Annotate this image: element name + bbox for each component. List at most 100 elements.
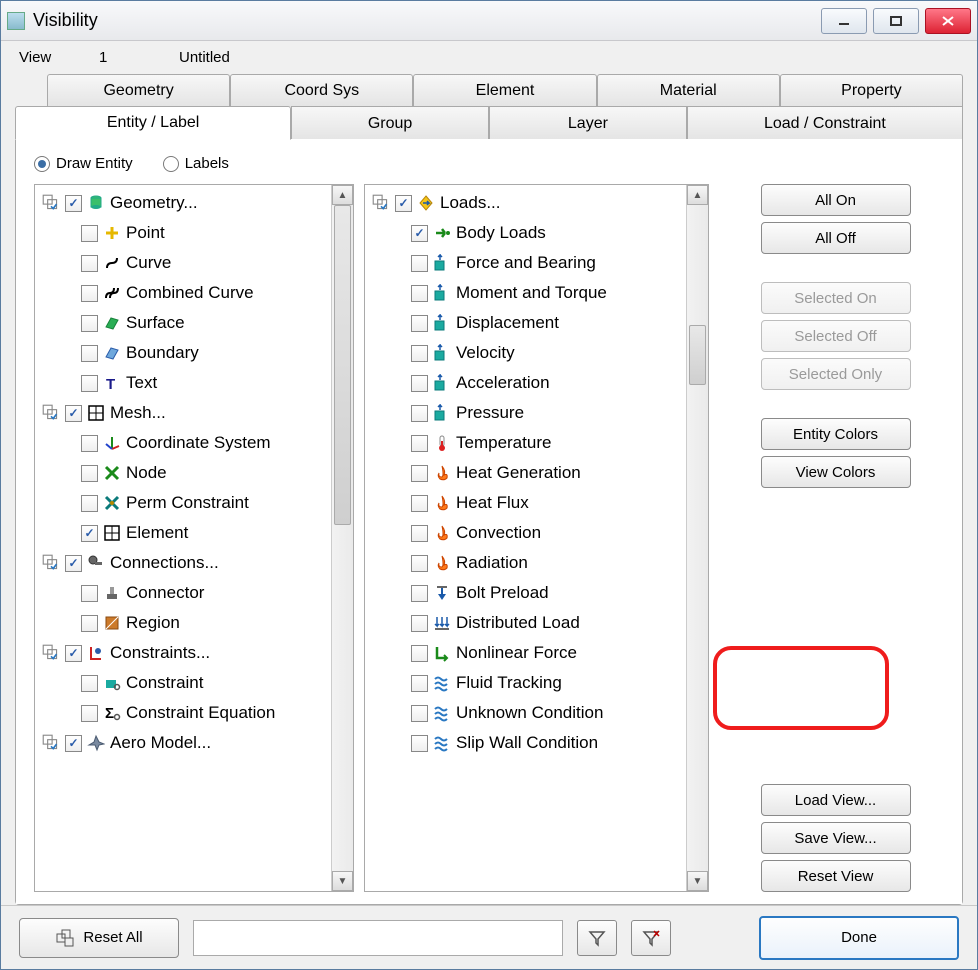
checkbox[interactable] [65,555,82,572]
tree-parent[interactable]: Aero Model... [39,728,349,758]
view-colors-button[interactable]: View Colors [761,456,911,488]
checkbox[interactable] [411,675,428,692]
tab-material[interactable]: Material [597,74,780,107]
checkbox[interactable] [411,735,428,752]
labels-radio[interactable]: Labels [163,155,229,172]
tree-child[interactable]: Fluid Tracking [369,668,704,698]
checkbox[interactable] [411,225,428,242]
checkbox[interactable] [411,465,428,482]
checkbox[interactable] [411,375,428,392]
save-view-button[interactable]: Save View... [761,822,911,854]
scroll-down-icon[interactable]: ▼ [332,871,353,891]
filter-button[interactable] [577,920,617,956]
checkbox[interactable] [81,465,98,482]
load-view-button[interactable]: Load View... [761,784,911,816]
search-box[interactable] [193,920,563,956]
tab-group[interactable]: Group [291,106,489,140]
checkbox[interactable] [81,675,98,692]
tree-child[interactable]: Combined Curve [39,278,349,308]
tab-load-constraint[interactable]: Load / Constraint [687,106,963,140]
tree-child[interactable]: Temperature [369,428,704,458]
tree-child[interactable]: Bolt Preload [369,578,704,608]
tree-child[interactable]: Point [39,218,349,248]
tree-parent[interactable]: Connections... [39,548,349,578]
checkbox[interactable] [81,225,98,242]
checkbox[interactable] [411,705,428,722]
tab-coord-sys[interactable]: Coord Sys [230,74,413,107]
tree-child[interactable]: Distributed Load [369,608,704,638]
tree-child[interactable]: Coordinate System [39,428,349,458]
checkbox[interactable] [65,195,82,212]
checkbox[interactable] [81,255,98,272]
reset-all-button[interactable]: Reset All [19,918,179,958]
checkbox[interactable] [411,405,428,422]
maximize-button[interactable] [873,8,919,34]
checkbox[interactable] [81,615,98,632]
checkbox[interactable] [81,315,98,332]
scroll-up-icon[interactable]: ▲ [332,185,353,205]
tree-child[interactable]: Heat Flux [369,488,704,518]
tree-child[interactable]: Body Loads [369,218,704,248]
tree-child[interactable]: Heat Generation [369,458,704,488]
checkbox[interactable] [65,735,82,752]
tree-child[interactable]: Slip Wall Condition [369,728,704,758]
tree-child[interactable]: Convection [369,518,704,548]
scrollbar[interactable]: ▲ ▼ [686,185,708,891]
tree-child[interactable]: Connector [39,578,349,608]
tree-child[interactable]: Force and Bearing [369,248,704,278]
entity-colors-button[interactable]: Entity Colors [761,418,911,450]
all-off-button[interactable]: All Off [761,222,911,254]
tree-child[interactable]: Pressure [369,398,704,428]
reset-view-button[interactable]: Reset View [761,860,911,892]
tree-child[interactable]: Surface [39,308,349,338]
checkbox[interactable] [411,615,428,632]
tree-parent[interactable]: Mesh... [39,398,349,428]
checkbox[interactable] [81,345,98,362]
all-on-button[interactable]: All On [761,184,911,216]
checkbox[interactable] [411,645,428,662]
checkbox[interactable] [65,645,82,662]
scroll-thumb[interactable] [334,205,351,525]
tree-child[interactable]: Radiation [369,548,704,578]
checkbox[interactable] [81,435,98,452]
checkbox[interactable] [411,285,428,302]
close-button[interactable] [925,8,971,34]
tree-child[interactable]: Region [39,608,349,638]
tree-child[interactable]: Boundary [39,338,349,368]
selected-off-button[interactable]: Selected Off [761,320,911,352]
tab-layer[interactable]: Layer [489,106,687,140]
scroll-thumb[interactable] [689,325,706,385]
checkbox[interactable] [411,255,428,272]
tree-parent[interactable]: Constraints... [39,638,349,668]
tree-child[interactable]: Acceleration [369,368,704,398]
tree-child[interactable]: ΣConstraint Equation [39,698,349,728]
tree-parent[interactable]: Loads... [369,188,704,218]
checkbox[interactable] [411,315,428,332]
clear-filter-button[interactable] [631,920,671,956]
tree-child[interactable]: Node [39,458,349,488]
checkbox[interactable] [411,345,428,362]
checkbox[interactable] [81,585,98,602]
tree-child[interactable]: Element [39,518,349,548]
checkbox[interactable] [81,285,98,302]
checkbox[interactable] [411,525,428,542]
tree-child[interactable]: Curve [39,248,349,278]
tree-child[interactable]: Moment and Torque [369,278,704,308]
checkbox[interactable] [81,375,98,392]
selected-only-button[interactable]: Selected Only [761,358,911,390]
tab-geometry[interactable]: Geometry [47,74,230,107]
checkbox[interactable] [65,405,82,422]
checkbox[interactable] [81,525,98,542]
tree-child[interactable]: TText [39,368,349,398]
selected-on-button[interactable]: Selected On [761,282,911,314]
checkbox[interactable] [411,585,428,602]
scroll-up-icon[interactable]: ▲ [687,185,708,205]
tab-element[interactable]: Element [413,74,596,107]
tab-entity-label[interactable]: Entity / Label [15,106,291,140]
tree-child[interactable]: Unknown Condition [369,698,704,728]
minimize-button[interactable] [821,8,867,34]
checkbox[interactable] [411,555,428,572]
tree-child[interactable]: Perm Constraint [39,488,349,518]
tree-child[interactable]: Nonlinear Force [369,638,704,668]
checkbox[interactable] [411,495,428,512]
